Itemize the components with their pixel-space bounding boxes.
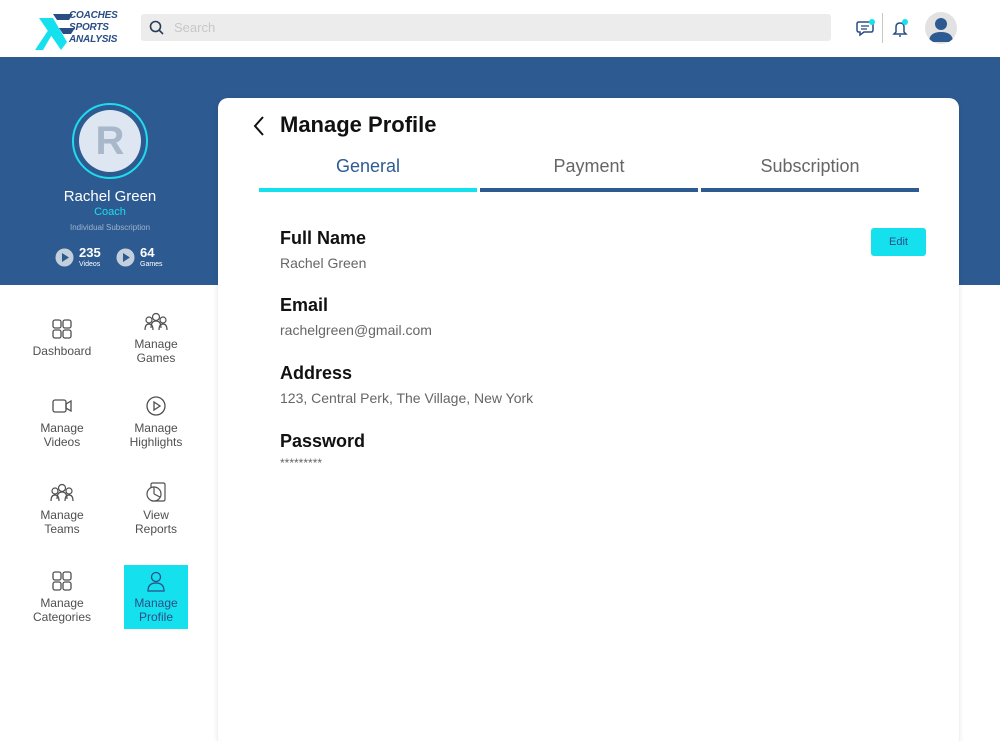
play-circle-outline-icon: [146, 396, 166, 416]
games-count: 64: [140, 245, 155, 260]
user-icon: [147, 571, 165, 592]
nav-manage-teams-label: Manage Teams: [40, 508, 84, 536]
search-input[interactable]: [174, 18, 814, 37]
nav-manage-teams[interactable]: Manage Teams: [30, 482, 94, 546]
grid-icon: [52, 319, 72, 339]
logo-line-2: SPORTS: [69, 22, 109, 33]
logo-line-1: COACHES: [69, 10, 118, 21]
divider: [882, 13, 883, 43]
profile-card: Manage Profile General Payment Subscript…: [218, 98, 959, 741]
categories-grid-icon: [52, 571, 72, 591]
nav-view-reports-label: View Reports: [134, 508, 178, 536]
nav-manage-videos-label: Manage Videos: [40, 421, 84, 449]
profile-role: Coach: [94, 206, 126, 218]
nav-manage-highlights-label: Manage Highlights: [129, 421, 183, 449]
top-bar: COACHES SPORTS ANALYSIS: [0, 0, 1000, 57]
email-value: rachelgreen@gmail.com: [280, 322, 432, 338]
search-bar[interactable]: [141, 14, 831, 41]
edit-button[interactable]: Edit: [871, 228, 926, 256]
games-label: Games: [140, 261, 163, 268]
page-title: Manage Profile: [280, 112, 437, 137]
nav-dashboard-label: Dashboard: [32, 344, 92, 358]
email-label: Email: [280, 295, 329, 315]
profile-avatar: R: [79, 110, 141, 172]
tab-payment[interactable]: Payment: [480, 154, 698, 192]
tab-subscription[interactable]: Subscription: [701, 154, 919, 192]
full-name-value: Rachel Green: [280, 255, 367, 271]
play-circle-icon: [55, 248, 74, 267]
address-label: Address: [280, 363, 353, 383]
nav-manage-profile[interactable]: Manage Profile: [124, 565, 188, 629]
full-name-label: Full Name: [280, 228, 367, 248]
group-icon: [144, 312, 168, 331]
nav-manage-categories-label: Manage Categories: [32, 596, 92, 624]
nav-manage-videos[interactable]: Manage Videos: [30, 395, 94, 459]
tab-subscription-underline: [701, 188, 919, 192]
tab-subscription-label: Subscription: [760, 156, 860, 176]
tab-general[interactable]: General: [259, 154, 477, 192]
play-circle-icon: [116, 248, 135, 267]
app-logo[interactable]: COACHES SPORTS ANALYSIS: [33, 8, 123, 54]
logo-line-3: ANALYSIS: [69, 34, 118, 45]
nav-manage-profile-label: Manage Profile: [134, 596, 178, 624]
user-avatar-icon: [929, 18, 953, 42]
tab-payment-underline: [480, 188, 698, 192]
tab-general-underline: [259, 188, 477, 192]
videos-count: 235: [79, 245, 101, 260]
tab-payment-label: Payment: [553, 156, 625, 176]
profile-name: Rachel Green: [63, 188, 157, 205]
bell-icon[interactable]: [892, 19, 910, 37]
logo-text: COACHES SPORTS ANALYSIS: [69, 10, 118, 46]
nav-manage-categories[interactable]: Manage Categories: [30, 570, 94, 634]
videos-label: Videos: [79, 261, 101, 268]
nav-view-reports[interactable]: View Reports: [124, 482, 188, 546]
report-chart-icon: [146, 482, 166, 502]
video-camera-icon: [52, 399, 72, 413]
search-icon: [149, 20, 164, 35]
tab-general-label: General: [335, 156, 401, 176]
nav-manage-games-label: Manage Games: [134, 337, 178, 365]
profile-subscription: Individual Subscription: [69, 223, 151, 232]
nav-manage-highlights[interactable]: Manage Highlights: [124, 395, 188, 459]
team-icon: [50, 483, 74, 502]
user-avatar[interactable]: [925, 12, 957, 44]
chat-icon[interactable]: [856, 19, 876, 37]
password-value: *********: [280, 456, 323, 470]
chevron-left-icon[interactable]: [252, 115, 266, 137]
password-label: Password: [280, 431, 366, 451]
address-value: 123, Central Perk, The Village, New York: [280, 390, 534, 406]
nav-manage-games[interactable]: Manage Games: [124, 311, 188, 375]
nav-dashboard[interactable]: Dashboard: [30, 318, 94, 382]
